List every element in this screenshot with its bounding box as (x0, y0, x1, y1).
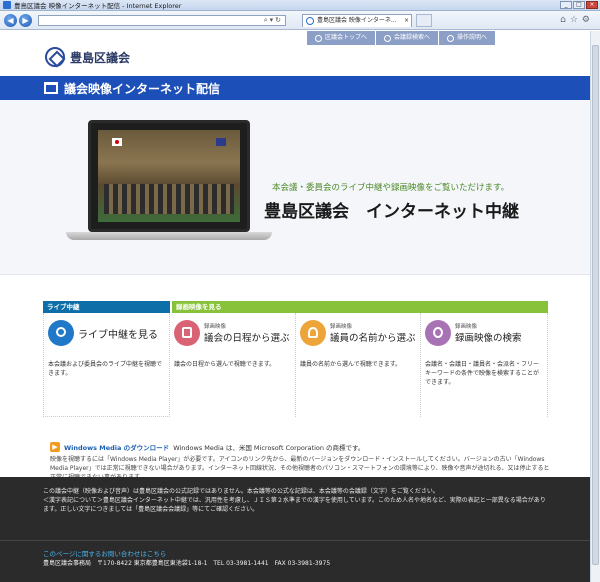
select-by-member-link[interactable]: 録画映像 議員の名前から選ぶ (300, 320, 416, 346)
assembly-hall-image (98, 130, 240, 222)
footer-note: ＜漢字表記について＞豊島区議会インターネット中継では、汎用性を考慮し、ＪＩＳ第２… (43, 497, 546, 513)
top-nav: 区議会トップへ 会議録検索へ 操作説明へ (307, 31, 496, 45)
card-title: 議会の日程から選ぶ (204, 333, 290, 344)
tab-title: 豊島区議会 映像インターネ... (317, 17, 397, 24)
japan-flag-icon (112, 138, 122, 146)
laptop-image (88, 120, 250, 232)
minimize-button[interactable]: _ (560, 1, 572, 9)
search-icon (384, 34, 392, 42)
search-recordings-link[interactable]: 録画映像 録画映像の検索 (425, 320, 522, 346)
window-controls: _ □ × (560, 1, 598, 9)
window-title: 豊島区議会 映像インターネット配信 - Internet Explorer (14, 2, 182, 10)
scrollbar-thumb[interactable] (592, 45, 599, 565)
assembly-seats (104, 184, 234, 214)
watch-live-link[interactable]: ライブ中継を見る (48, 320, 158, 346)
magnifier-icon (425, 320, 451, 346)
ie-icon (3, 1, 11, 9)
ward-flag-icon (216, 138, 226, 146)
council-building-icon (44, 82, 58, 94)
council-top-button[interactable]: 区議会トップへ (307, 31, 376, 45)
card-description: 会議名・会議日・議員名・会派名・フリーキーワードの条件で映像を検索することができ… (425, 361, 540, 386)
browser-tab[interactable]: 豊島区議会 映像インターネ... × (302, 14, 412, 27)
tab-close-icon[interactable]: × (404, 15, 409, 27)
card-title: 議員の名前から選ぶ (330, 333, 416, 344)
back-icon[interactable]: ◀ (4, 14, 17, 27)
card-member: 録画映像 議員の名前から選ぶ 議員の名前から選んで視聴できます。 (296, 313, 421, 417)
minutes-search-button[interactable]: 会議録検索へ (376, 31, 439, 45)
banner-title: 議会映像インターネット配信 (64, 81, 221, 96)
media-player-notice: ▶ Windows Media のダウンロード Windows Media は、… (50, 442, 550, 482)
ward-emblem-icon (45, 47, 65, 67)
laptop-base (66, 232, 272, 240)
card-label: 録画映像 (455, 324, 478, 330)
card-title: ライブ中継を見る (78, 329, 158, 341)
new-tab-button[interactable] (416, 14, 432, 27)
address-bar[interactable]: ⌕▾↻ (38, 15, 286, 26)
footer-divider (0, 540, 590, 541)
select-by-schedule-link[interactable]: 録画映像 議会の日程から選ぶ (174, 320, 290, 346)
contact-link[interactable]: このページに関するお問い合わせはこちら (43, 548, 166, 558)
media-download-link[interactable]: Windows Media のダウンロード (64, 442, 169, 452)
forward-icon[interactable]: ▶ (19, 14, 32, 27)
close-button[interactable]: × (586, 1, 598, 9)
vertical-scrollbar[interactable] (590, 31, 600, 582)
footer-notes: この議会中継（映像および音声）は豊島区議会の公式記録ではありません。本会議等の公… (43, 487, 548, 514)
person-icon (300, 320, 326, 346)
hero-subtitle: 本会議・委員会のライブ中継や録画映像をご覧いただけます。 (272, 183, 510, 193)
card-label: 録画映像 (204, 324, 227, 330)
card-description: 本会議および委員会のライブ中継を視聴できます。 (48, 361, 163, 377)
gear-icon (447, 34, 455, 42)
window-titlebar: 豊島区議会 映像インターネット配信 - Internet Explorer _ … (0, 0, 600, 11)
card-search: 録画映像 録画映像の検索 会議名・会議日・議員名・会派名・フリーキーワードの条件… (421, 313, 548, 417)
card-title: 録画映像の検索 (455, 333, 522, 344)
page-banner: 議会映像インターネット配信 (0, 76, 590, 100)
hero-section: 本会議・委員会のライブ中継や録画映像をご覧いただけます。 豊島区議会 インターネ… (0, 100, 590, 275)
grid-icon (315, 34, 322, 42)
hero-title: 豊島区議会 インターネット中継 (264, 202, 519, 222)
site-logo[interactable]: 豊島区議会 (45, 47, 130, 67)
address-bar-icons[interactable]: ⌕▾↻ (264, 16, 283, 25)
page-content: 区議会トップへ 会議録検索へ 操作説明へ 豊島区議会 議会映像インターネット配信… (0, 31, 590, 582)
broadcast-icon (48, 320, 74, 346)
media-download-line: ▶ Windows Media のダウンロード Windows Media は、… (50, 442, 550, 452)
logo-text: 豊島区議会 (70, 50, 131, 65)
tab-favicon-icon (306, 17, 314, 25)
office-address: 豊島区議会事務局 〒170-8422 東京都豊島区東池袋1-18-1 TEL 0… (43, 560, 331, 567)
help-button[interactable]: 操作説明へ (439, 31, 496, 45)
browser-toolbar: ◀ ▶ ⌕▾↻ 豊島区議会 映像インターネ... × ⌂☆⚙ (0, 11, 600, 30)
card-description: 議員の名前から選んで視聴できます。 (300, 361, 402, 368)
windows-media-icon[interactable]: ▶ (50, 442, 60, 452)
card-schedule: 録画映像 議会の日程から選ぶ 議会の日程から選んで視聴できます。 (170, 313, 296, 417)
card-label: 録画映像 (330, 324, 353, 330)
card-live: ライブ中継を見る 本会議および委員会のライブ中継を視聴できます。 (43, 313, 170, 417)
maximize-button[interactable]: □ (573, 1, 585, 9)
page-footer: この議会中継（映像および音声）は豊島区議会の公式記録ではありません。本会議等の公… (0, 477, 590, 582)
footer-note: この議会中継（映像および音声）は豊島区議会の公式記録ではありません。本会議等の公… (43, 488, 439, 495)
trademark-text: Windows Media は、米国 Microsoft Corporation… (173, 444, 365, 452)
browser-tools-icons[interactable]: ⌂☆⚙ (560, 15, 594, 25)
live-section-header: ライブ中継 (43, 301, 170, 313)
calendar-icon (174, 320, 200, 346)
card-description: 議会の日程から選んで視聴できます。 (174, 361, 276, 368)
recorded-section-header: 録画映像を見る (172, 301, 548, 313)
